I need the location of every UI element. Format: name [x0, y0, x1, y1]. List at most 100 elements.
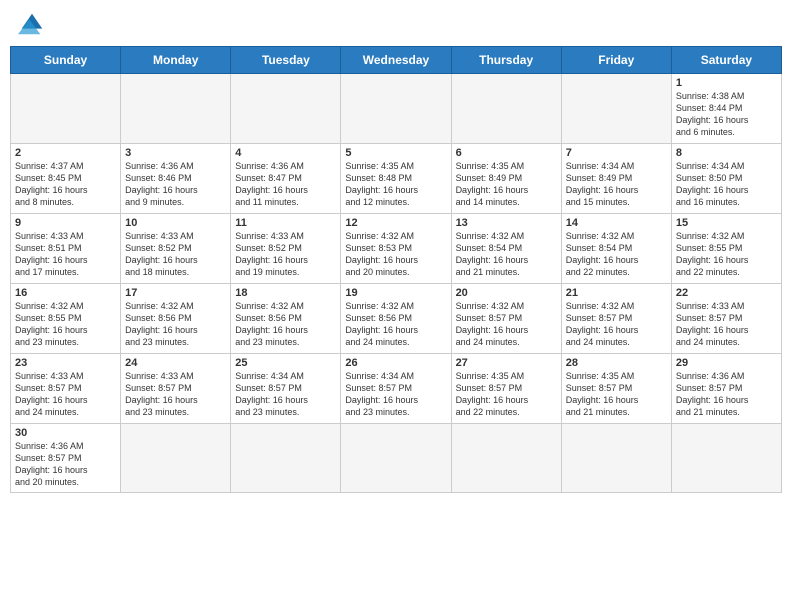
day-info: Sunrise: 4:32 AM Sunset: 8:56 PM Dayligh…: [345, 300, 446, 349]
day-info: Sunrise: 4:33 AM Sunset: 8:51 PM Dayligh…: [15, 230, 116, 279]
calendar-cell: 28Sunrise: 4:35 AM Sunset: 8:57 PM Dayli…: [561, 354, 671, 424]
day-info: Sunrise: 4:36 AM Sunset: 8:46 PM Dayligh…: [125, 160, 226, 209]
weekday-header-thursday: Thursday: [451, 47, 561, 74]
day-number: 26: [345, 357, 446, 369]
day-info: Sunrise: 4:32 AM Sunset: 8:54 PM Dayligh…: [566, 230, 667, 279]
calendar-cell: 7Sunrise: 4:34 AM Sunset: 8:49 PM Daylig…: [561, 144, 671, 214]
calendar-week-4: 16Sunrise: 4:32 AM Sunset: 8:55 PM Dayli…: [11, 284, 782, 354]
day-number: 29: [676, 357, 777, 369]
calendar-cell: 14Sunrise: 4:32 AM Sunset: 8:54 PM Dayli…: [561, 214, 671, 284]
calendar-cell: 20Sunrise: 4:32 AM Sunset: 8:57 PM Dayli…: [451, 284, 561, 354]
calendar-cell: 12Sunrise: 4:32 AM Sunset: 8:53 PM Dayli…: [341, 214, 451, 284]
day-number: 12: [345, 217, 446, 229]
day-info: Sunrise: 4:33 AM Sunset: 8:52 PM Dayligh…: [125, 230, 226, 279]
day-number: 10: [125, 217, 226, 229]
calendar-cell: 15Sunrise: 4:32 AM Sunset: 8:55 PM Dayli…: [671, 214, 781, 284]
day-info: Sunrise: 4:33 AM Sunset: 8:52 PM Dayligh…: [235, 230, 336, 279]
calendar-cell: 19Sunrise: 4:32 AM Sunset: 8:56 PM Dayli…: [341, 284, 451, 354]
weekday-header-tuesday: Tuesday: [231, 47, 341, 74]
calendar-week-1: 1Sunrise: 4:38 AM Sunset: 8:44 PM Daylig…: [11, 74, 782, 144]
day-number: 14: [566, 217, 667, 229]
day-info: Sunrise: 4:34 AM Sunset: 8:50 PM Dayligh…: [676, 160, 777, 209]
day-number: 2: [15, 147, 116, 159]
calendar-cell: [231, 424, 341, 493]
day-number: 23: [15, 357, 116, 369]
day-number: 24: [125, 357, 226, 369]
calendar-cell: 21Sunrise: 4:32 AM Sunset: 8:57 PM Dayli…: [561, 284, 671, 354]
day-info: Sunrise: 4:32 AM Sunset: 8:55 PM Dayligh…: [676, 230, 777, 279]
day-info: Sunrise: 4:33 AM Sunset: 8:57 PM Dayligh…: [15, 370, 116, 419]
calendar-cell: [671, 424, 781, 493]
day-info: Sunrise: 4:32 AM Sunset: 8:57 PM Dayligh…: [456, 300, 557, 349]
calendar-cell: 17Sunrise: 4:32 AM Sunset: 8:56 PM Dayli…: [121, 284, 231, 354]
calendar-cell: [451, 74, 561, 144]
day-number: 27: [456, 357, 557, 369]
day-number: 17: [125, 287, 226, 299]
calendar-cell: 27Sunrise: 4:35 AM Sunset: 8:57 PM Dayli…: [451, 354, 561, 424]
calendar-week-3: 9Sunrise: 4:33 AM Sunset: 8:51 PM Daylig…: [11, 214, 782, 284]
calendar-cell: 8Sunrise: 4:34 AM Sunset: 8:50 PM Daylig…: [671, 144, 781, 214]
day-number: 30: [15, 427, 116, 439]
weekday-header-monday: Monday: [121, 47, 231, 74]
day-info: Sunrise: 4:34 AM Sunset: 8:57 PM Dayligh…: [345, 370, 446, 419]
calendar-cell: 24Sunrise: 4:33 AM Sunset: 8:57 PM Dayli…: [121, 354, 231, 424]
calendar-header: [10, 10, 782, 38]
calendar-cell: 9Sunrise: 4:33 AM Sunset: 8:51 PM Daylig…: [11, 214, 121, 284]
day-info: Sunrise: 4:32 AM Sunset: 8:56 PM Dayligh…: [235, 300, 336, 349]
calendar-cell: 10Sunrise: 4:33 AM Sunset: 8:52 PM Dayli…: [121, 214, 231, 284]
calendar-cell: 29Sunrise: 4:36 AM Sunset: 8:57 PM Dayli…: [671, 354, 781, 424]
calendar-table: SundayMondayTuesdayWednesdayThursdayFrid…: [10, 46, 782, 493]
day-info: Sunrise: 4:33 AM Sunset: 8:57 PM Dayligh…: [676, 300, 777, 349]
day-number: 1: [676, 77, 777, 89]
calendar-week-2: 2Sunrise: 4:37 AM Sunset: 8:45 PM Daylig…: [11, 144, 782, 214]
day-number: 16: [15, 287, 116, 299]
day-number: 9: [15, 217, 116, 229]
logo-icon: [18, 10, 46, 38]
day-info: Sunrise: 4:35 AM Sunset: 8:57 PM Dayligh…: [456, 370, 557, 419]
calendar-cell: [561, 74, 671, 144]
day-info: Sunrise: 4:36 AM Sunset: 8:57 PM Dayligh…: [676, 370, 777, 419]
day-number: 18: [235, 287, 336, 299]
calendar-cell: 18Sunrise: 4:32 AM Sunset: 8:56 PM Dayli…: [231, 284, 341, 354]
day-info: Sunrise: 4:32 AM Sunset: 8:53 PM Dayligh…: [345, 230, 446, 279]
day-number: 15: [676, 217, 777, 229]
day-info: Sunrise: 4:34 AM Sunset: 8:49 PM Dayligh…: [566, 160, 667, 209]
calendar-cell: 2Sunrise: 4:37 AM Sunset: 8:45 PM Daylig…: [11, 144, 121, 214]
weekday-header-saturday: Saturday: [671, 47, 781, 74]
calendar-cell: [341, 74, 451, 144]
day-number: 6: [456, 147, 557, 159]
day-number: 25: [235, 357, 336, 369]
calendar-cell: 25Sunrise: 4:34 AM Sunset: 8:57 PM Dayli…: [231, 354, 341, 424]
day-number: 5: [345, 147, 446, 159]
logo: [14, 10, 46, 38]
day-number: 19: [345, 287, 446, 299]
calendar-cell: 22Sunrise: 4:33 AM Sunset: 8:57 PM Dayli…: [671, 284, 781, 354]
day-info: Sunrise: 4:32 AM Sunset: 8:56 PM Dayligh…: [125, 300, 226, 349]
day-number: 4: [235, 147, 336, 159]
calendar-week-5: 23Sunrise: 4:33 AM Sunset: 8:57 PM Dayli…: [11, 354, 782, 424]
day-number: 7: [566, 147, 667, 159]
day-info: Sunrise: 4:34 AM Sunset: 8:57 PM Dayligh…: [235, 370, 336, 419]
day-info: Sunrise: 4:35 AM Sunset: 8:57 PM Dayligh…: [566, 370, 667, 419]
day-info: Sunrise: 4:33 AM Sunset: 8:57 PM Dayligh…: [125, 370, 226, 419]
day-info: Sunrise: 4:36 AM Sunset: 8:47 PM Dayligh…: [235, 160, 336, 209]
calendar-header-row: SundayMondayTuesdayWednesdayThursdayFrid…: [11, 47, 782, 74]
calendar-cell: [11, 74, 121, 144]
calendar-cell: 11Sunrise: 4:33 AM Sunset: 8:52 PM Dayli…: [231, 214, 341, 284]
calendar-cell: [561, 424, 671, 493]
weekday-header-wednesday: Wednesday: [341, 47, 451, 74]
day-number: 13: [456, 217, 557, 229]
calendar-cell: [121, 74, 231, 144]
calendar-cell: 23Sunrise: 4:33 AM Sunset: 8:57 PM Dayli…: [11, 354, 121, 424]
calendar-cell: 1Sunrise: 4:38 AM Sunset: 8:44 PM Daylig…: [671, 74, 781, 144]
calendar-cell: [121, 424, 231, 493]
day-info: Sunrise: 4:35 AM Sunset: 8:48 PM Dayligh…: [345, 160, 446, 209]
calendar-cell: 30Sunrise: 4:36 AM Sunset: 8:57 PM Dayli…: [11, 424, 121, 493]
day-number: 11: [235, 217, 336, 229]
day-number: 22: [676, 287, 777, 299]
calendar-cell: [451, 424, 561, 493]
calendar-cell: [231, 74, 341, 144]
calendar-cell: 5Sunrise: 4:35 AM Sunset: 8:48 PM Daylig…: [341, 144, 451, 214]
day-number: 20: [456, 287, 557, 299]
day-number: 3: [125, 147, 226, 159]
